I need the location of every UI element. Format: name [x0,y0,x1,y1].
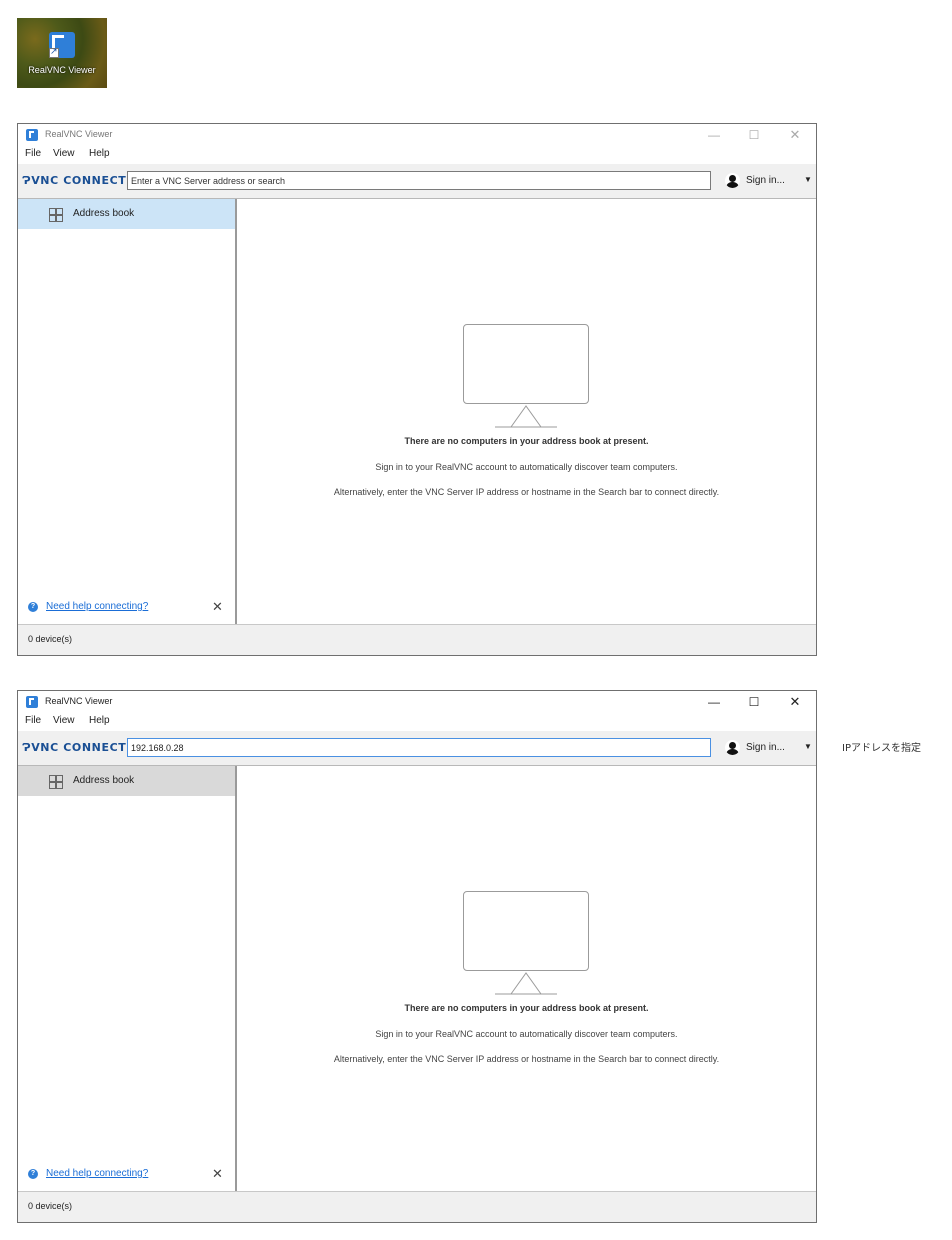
status-bar: 0 device(s) [18,1191,816,1222]
search-input[interactable] [127,171,711,190]
empty-state-line-1: Sign in to your RealVNC account to autom… [375,462,678,472]
user-avatar-icon [725,173,740,188]
user-avatar-icon [725,740,740,755]
close-button[interactable]: ✕ [780,126,810,144]
help-question-icon: ? [28,602,38,612]
sign-in-label: Sign in... [746,742,785,753]
menu-bar: File View Help [18,144,816,164]
monitor-icon [463,891,589,971]
sidebar: Address book ? Need help connecting? ✕ [18,766,237,1191]
help-question-icon: ? [28,1169,38,1179]
main-panel: There are no computers in your address b… [237,766,816,1191]
realvnc-viewer-shortcut-icon [49,32,75,58]
desktop-shortcut-label: RealVNC Viewer [28,65,96,75]
sidebar-item-address-book[interactable]: Address book [18,766,235,796]
status-bar: 0 device(s) [18,624,816,655]
sidebar-item-label: Address book [73,775,135,786]
vnc-connect-brand: ɁVNC CONNECT [22,741,127,754]
minimize-button[interactable]: — [699,126,729,144]
main-panel: There are no computers in your address b… [237,199,816,624]
empty-state-title: There are no computers in your address b… [404,1003,649,1013]
menu-view[interactable]: View [53,148,75,159]
annotation-note: IPアドレスを指定 [842,743,921,754]
title-bar[interactable]: RealVNC Viewer — ☐ ✕ [18,691,816,711]
menu-file[interactable]: File [25,715,41,726]
search-input[interactable] [127,738,711,757]
address-book-grid-icon [49,208,63,222]
desktop-shortcut[interactable]: RealVNC Viewer [17,18,107,88]
close-button[interactable]: ✕ [780,693,810,711]
vnc-connect-brand: ɁVNC CONNECT [22,174,127,187]
sidebar-item-label: Address book [73,208,135,219]
address-book-grid-icon [49,775,63,789]
empty-state-line-2: Alternatively, enter the VNC Server IP a… [333,487,720,497]
monitor-stand-icon [495,405,557,428]
minimize-button[interactable]: — [699,693,729,711]
help-bar: ? Need help connecting? ✕ [18,593,235,623]
monitor-icon [463,324,589,404]
title-bar[interactable]: RealVNC Viewer — ☐ ✕ [18,124,816,144]
menu-file[interactable]: File [25,148,41,159]
device-count: 0 device(s) [28,634,73,644]
toolbar: ɁVNC CONNECT Sign in... ▼ [18,164,816,199]
sign-in-label: Sign in... [746,175,785,186]
realvnc-logo-icon [26,129,38,141]
vnc-viewer-window-initial: RealVNC Viewer — ☐ ✕ File View Help ɁVNC… [17,123,817,656]
help-bar: ? Need help connecting? ✕ [18,1160,235,1190]
menu-bar: File View Help [18,711,816,731]
menu-help[interactable]: Help [89,148,110,159]
realvnc-logo-icon [26,696,38,708]
monitor-stand-icon [495,972,557,995]
device-count: 0 device(s) [28,1201,73,1211]
need-help-link[interactable]: Need help connecting? [46,601,148,612]
empty-state-title: There are no computers in your address b… [404,436,649,446]
close-help-button[interactable]: ✕ [212,599,223,615]
empty-state-line-1: Sign in to your RealVNC account to autom… [375,1029,678,1039]
window-title: RealVNC Viewer [45,129,113,139]
maximize-button[interactable]: ☐ [739,693,769,711]
empty-state-line-2: Alternatively, enter the VNC Server IP a… [333,1054,720,1064]
menu-view[interactable]: View [53,715,75,726]
toolbar: ɁVNC CONNECT Sign in... ▼ [18,731,816,766]
sidebar-item-address-book[interactable]: Address book [18,199,235,229]
need-help-link[interactable]: Need help connecting? [46,1168,148,1179]
vnc-viewer-window-ip-entered: RealVNC Viewer — ☐ ✕ File View Help ɁVNC… [17,690,817,1223]
chevron-down-icon: ▼ [804,175,812,184]
window-title: RealVNC Viewer [45,696,113,706]
close-help-button[interactable]: ✕ [212,1166,223,1182]
maximize-button[interactable]: ☐ [739,126,769,144]
menu-help[interactable]: Help [89,715,110,726]
sidebar: Address book ? Need help connecting? ✕ [18,199,237,624]
chevron-down-icon: ▼ [804,742,812,751]
